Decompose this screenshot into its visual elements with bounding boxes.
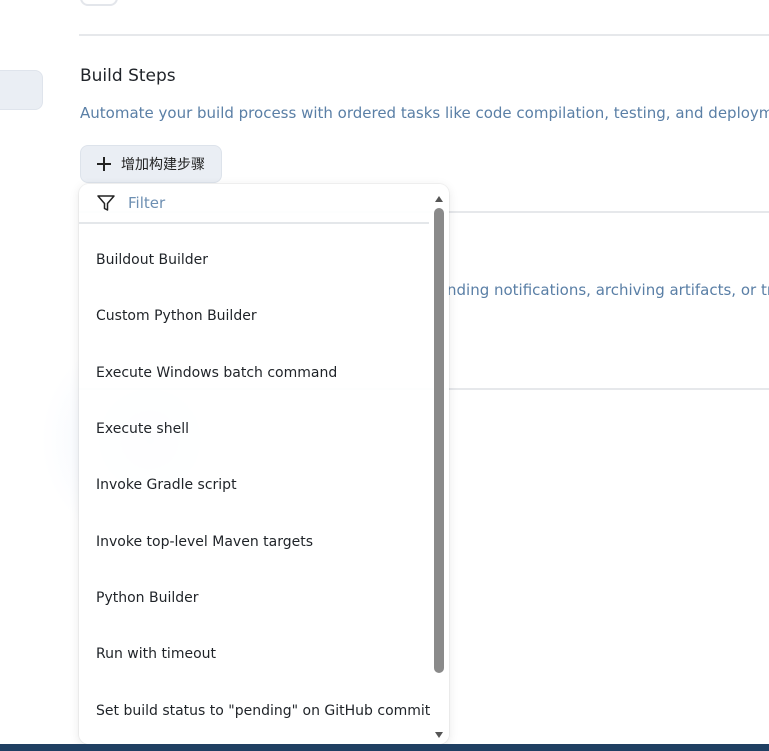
- option-run-with-timeout[interactable]: Run with timeout: [79, 626, 429, 682]
- filter-input[interactable]: [128, 194, 408, 212]
- option-set-build-status-pending[interactable]: Set build status to "pending" on GitHub …: [79, 682, 430, 738]
- option-invoke-gradle[interactable]: Invoke Gradle script: [79, 457, 429, 513]
- collapsed-control-stub[interactable]: [80, 0, 118, 6]
- dropdown-scrollbar[interactable]: [433, 192, 445, 740]
- build-step-options-list: Buildout Builder Custom Python Builder E…: [79, 232, 430, 739]
- section-divider-top: [79, 34, 769, 36]
- add-build-step-button[interactable]: 增加构建步骤: [80, 145, 222, 183]
- scroll-down-arrow-icon[interactable]: [435, 732, 443, 738]
- taskbar-edge: [0, 744, 769, 751]
- option-python-builder[interactable]: Python Builder: [79, 570, 429, 626]
- sidebar-active-item-stub[interactable]: [0, 70, 43, 110]
- option-execute-shell[interactable]: Execute shell: [79, 401, 429, 457]
- section-title: Build Steps: [80, 66, 176, 86]
- filter-icon: [97, 195, 115, 211]
- option-invoke-maven[interactable]: Invoke top-level Maven targets: [79, 513, 429, 569]
- scroll-up-arrow-icon[interactable]: [435, 196, 443, 202]
- filter-row: [79, 184, 429, 224]
- section-description: Automate your build process with ordered…: [80, 104, 769, 122]
- add-build-step-label: 增加构建步骤: [121, 157, 205, 173]
- plus-icon: [97, 157, 111, 171]
- build-step-dropdown: Buildout Builder Custom Python Builder E…: [79, 184, 449, 744]
- scrollbar-thumb[interactable]: [434, 208, 444, 673]
- option-custom-python-builder[interactable]: Custom Python Builder: [79, 288, 429, 344]
- option-buildout-builder[interactable]: Buildout Builder: [79, 232, 429, 288]
- option-execute-windows-batch[interactable]: Execute Windows batch command: [79, 345, 429, 401]
- post-build-description: nding notifications, archiving artifacts…: [447, 281, 769, 299]
